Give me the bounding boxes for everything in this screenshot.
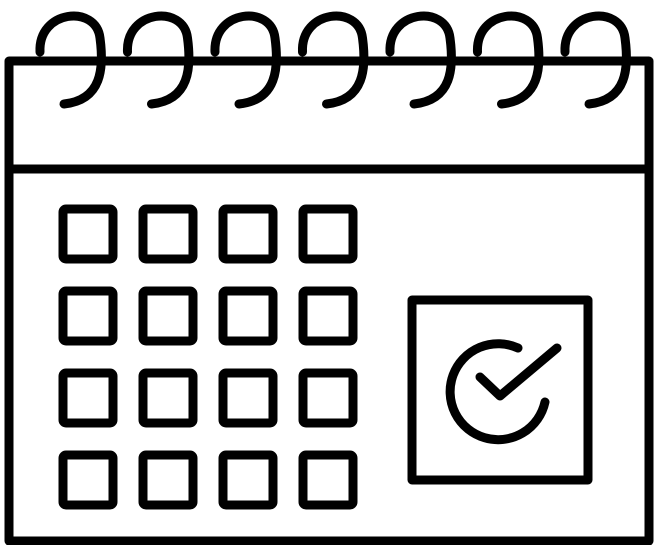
- calendar-check-icon: [4, 11, 654, 545]
